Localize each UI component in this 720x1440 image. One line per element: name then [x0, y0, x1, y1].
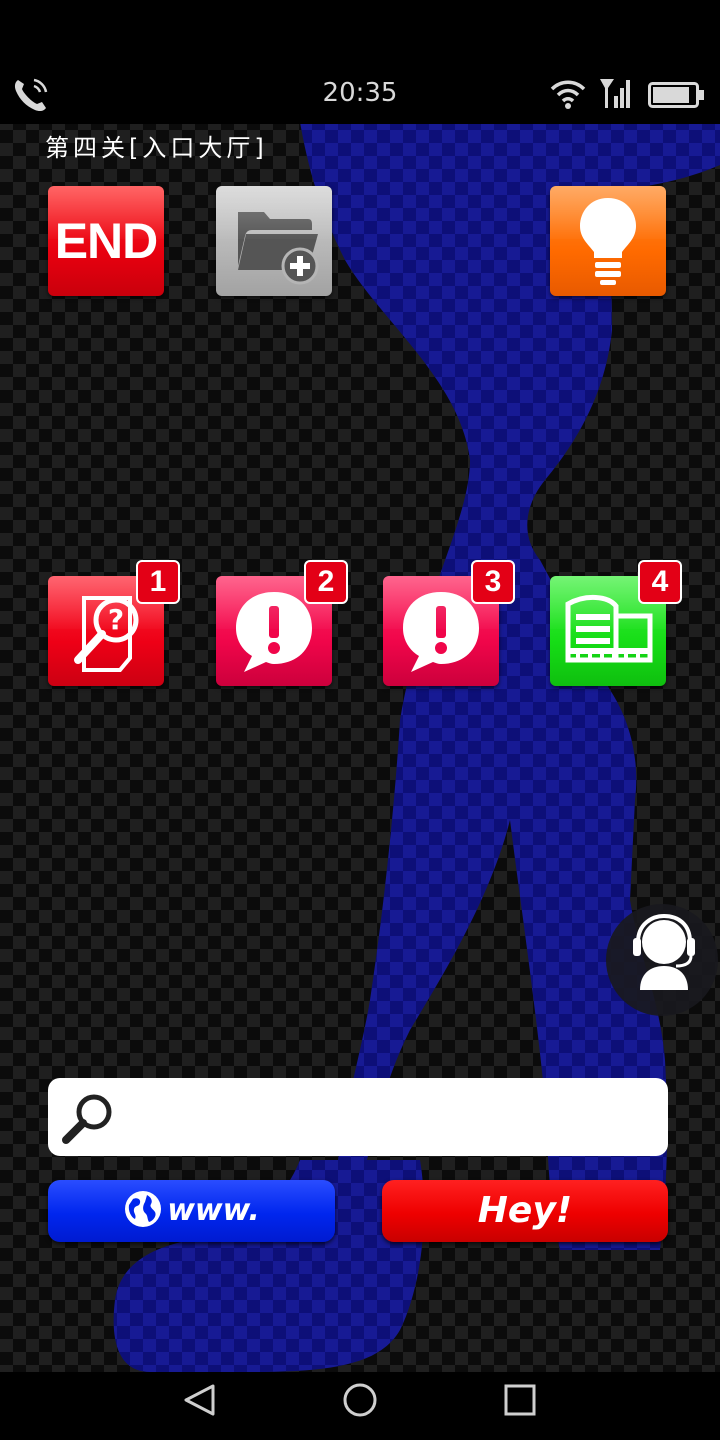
- hint-button[interactable]: [550, 186, 666, 296]
- battery-icon: [648, 82, 704, 108]
- signal-icon: [600, 79, 630, 108]
- game-screen: 20:35 第四关[入口大厅] END ? 1 2 3 4 www. Hey!: [0, 0, 720, 1440]
- navigation-bar: [0, 1372, 720, 1440]
- globe-icon: [125, 1190, 162, 1227]
- end-button[interactable]: END: [48, 186, 164, 296]
- back-icon[interactable]: [150, 1372, 250, 1440]
- home-icon[interactable]: [310, 1372, 410, 1440]
- www-label: www.: [167, 1193, 260, 1228]
- status-bar: 20:35: [0, 0, 720, 124]
- add-folder-button[interactable]: [216, 186, 332, 296]
- wifi-icon: [550, 80, 586, 109]
- hey-button[interactable]: Hey!: [382, 1180, 668, 1242]
- folder-add-icon: [238, 212, 319, 285]
- svg-text:?: ?: [108, 603, 124, 636]
- badge: 3: [471, 560, 515, 604]
- headset-agent-icon: [633, 913, 695, 990]
- level-title: 第四关[入口大厅]: [45, 134, 268, 162]
- end-label: END: [54, 213, 159, 269]
- search-bar[interactable]: [48, 1078, 668, 1158]
- search-input[interactable]: [132, 1078, 656, 1158]
- app-building[interactable]: 4: [550, 560, 682, 686]
- hey-label: Hey!: [477, 1190, 573, 1231]
- badge: 2: [304, 560, 348, 604]
- assistant-button[interactable]: [606, 904, 718, 1016]
- recents-icon[interactable]: [470, 1372, 570, 1440]
- www-button[interactable]: www.: [48, 1180, 335, 1242]
- badge: 4: [638, 560, 682, 604]
- app-alert-a[interactable]: 2: [216, 560, 348, 686]
- app-alert-b[interactable]: 3: [383, 560, 515, 686]
- badge: 1: [136, 560, 180, 604]
- lightbulb-icon: [580, 198, 636, 285]
- search-icon: [62, 1094, 112, 1144]
- app-question[interactable]: ? 1: [48, 560, 180, 686]
